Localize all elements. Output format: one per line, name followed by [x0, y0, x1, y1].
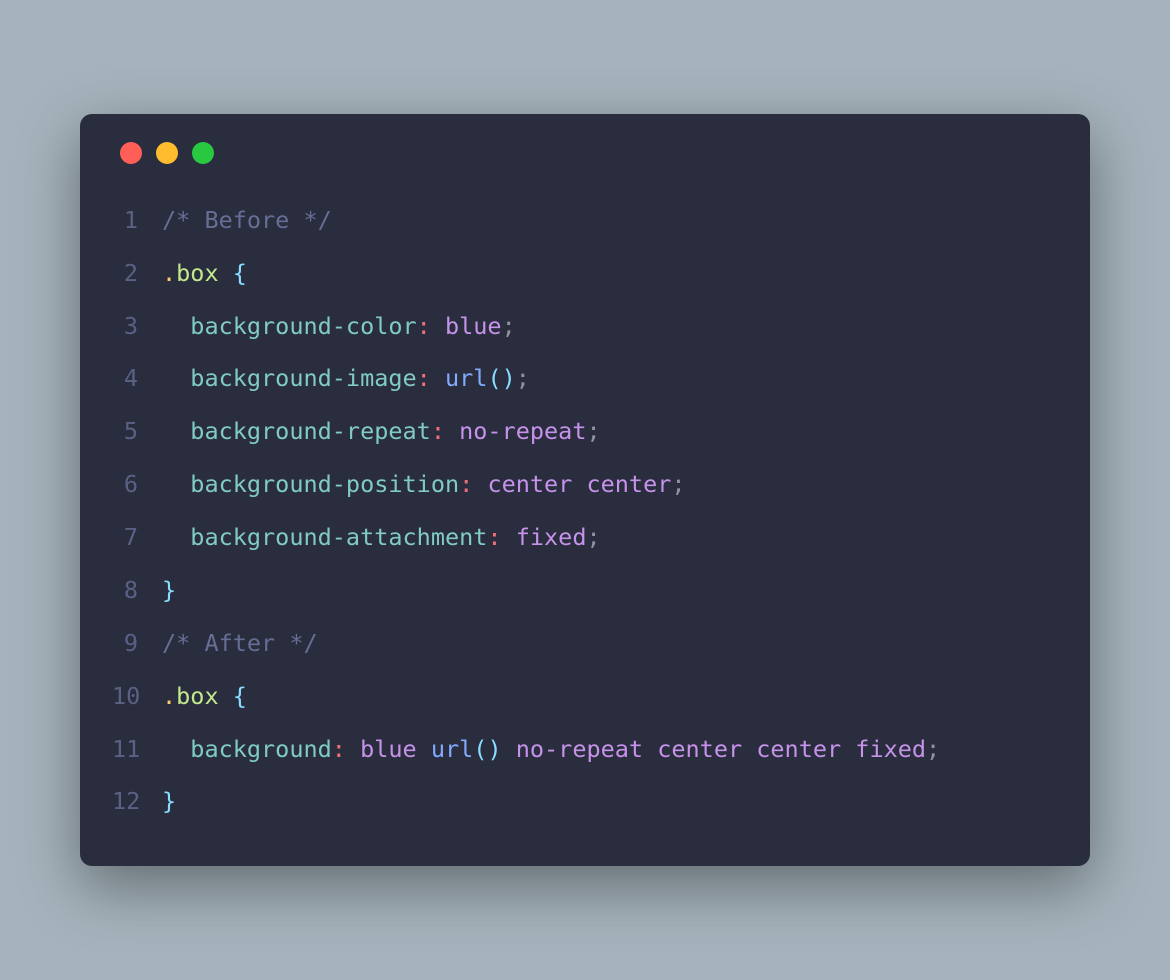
- maximize-icon[interactable]: [192, 142, 214, 164]
- line-number: 11: [112, 723, 162, 776]
- code-token: background-color: [190, 312, 416, 340]
- code-line[interactable]: 11 background: blue url() no-repeat cent…: [112, 723, 1058, 776]
- code-token: }: [162, 787, 176, 815]
- close-icon[interactable]: [120, 142, 142, 164]
- code-token: }: [162, 576, 176, 604]
- code-token: [162, 312, 190, 340]
- code-token: center center: [487, 470, 671, 498]
- code-token: :: [332, 735, 346, 763]
- line-number: 12: [112, 775, 162, 828]
- code-token: :: [417, 364, 431, 392]
- code-token: :: [417, 312, 431, 340]
- code-token: {: [233, 682, 247, 710]
- code-token: [162, 417, 190, 445]
- code-token: ;: [671, 470, 685, 498]
- code-token: (): [473, 735, 501, 763]
- code-token: [162, 470, 190, 498]
- line-number: 4: [112, 352, 162, 405]
- code-line[interactable]: 4 background-image: url();: [112, 352, 1058, 405]
- code-token: blue: [360, 735, 431, 763]
- code-token: ;: [516, 364, 530, 392]
- code-token: background-image: [190, 364, 416, 392]
- code-token: [219, 682, 233, 710]
- line-number: 6: [112, 458, 162, 511]
- code-token: ;: [586, 523, 600, 551]
- line-content[interactable]: background: blue url() no-repeat center …: [162, 723, 1058, 776]
- line-number: 5: [112, 405, 162, 458]
- code-token: {: [233, 259, 247, 287]
- code-line[interactable]: 6 background-position: center center;: [112, 458, 1058, 511]
- line-number: 8: [112, 564, 162, 617]
- line-number: 9: [112, 617, 162, 670]
- code-token: background-position: [190, 470, 459, 498]
- code-editor-window: 1/* Before */2.box {3 background-color: …: [80, 114, 1090, 867]
- code-token: blue: [445, 312, 502, 340]
- code-line[interactable]: 10.box {: [112, 670, 1058, 723]
- line-number: 10: [112, 670, 162, 723]
- code-token: no-repeat: [459, 417, 586, 445]
- line-content[interactable]: background-repeat: no-repeat;: [162, 405, 1058, 458]
- code-line[interactable]: 1/* Before */: [112, 194, 1058, 247]
- code-token: background: [190, 735, 331, 763]
- line-number: 1: [112, 194, 162, 247]
- line-content[interactable]: }: [162, 775, 1058, 828]
- code-token: ;: [502, 312, 516, 340]
- code-token: background-attachment: [190, 523, 487, 551]
- line-number: 7: [112, 511, 162, 564]
- code-token: [431, 312, 445, 340]
- code-token: [162, 735, 190, 763]
- line-content[interactable]: }: [162, 564, 1058, 617]
- code-line[interactable]: 12}: [112, 775, 1058, 828]
- window-titlebar: [120, 142, 1058, 164]
- code-token: [445, 417, 459, 445]
- code-token: [473, 470, 487, 498]
- code-token: url: [431, 735, 473, 763]
- code-token: :: [459, 470, 473, 498]
- code-token: [162, 364, 190, 392]
- code-token: ;: [926, 735, 940, 763]
- code-token: :: [487, 523, 501, 551]
- code-token: [346, 735, 360, 763]
- code-area[interactable]: 1/* Before */2.box {3 background-color: …: [112, 194, 1058, 829]
- code-token: background-repeat: [190, 417, 431, 445]
- code-token: [219, 259, 233, 287]
- line-content[interactable]: .box {: [162, 247, 1058, 300]
- code-line[interactable]: 5 background-repeat: no-repeat;: [112, 405, 1058, 458]
- line-content[interactable]: background-color: blue;: [162, 300, 1058, 353]
- code-token: box: [176, 682, 218, 710]
- code-token: /* Before */: [162, 206, 332, 234]
- line-number: 2: [112, 247, 162, 300]
- code-token: :: [431, 417, 445, 445]
- minimize-icon[interactable]: [156, 142, 178, 164]
- code-token: url: [445, 364, 487, 392]
- line-number: 3: [112, 300, 162, 353]
- line-content[interactable]: background-image: url();: [162, 352, 1058, 405]
- line-content[interactable]: .box {: [162, 670, 1058, 723]
- code-line[interactable]: 3 background-color: blue;: [112, 300, 1058, 353]
- line-content[interactable]: /* Before */: [162, 194, 1058, 247]
- code-line[interactable]: 7 background-attachment: fixed;: [112, 511, 1058, 564]
- code-token: [431, 364, 445, 392]
- code-token: .: [162, 259, 176, 287]
- line-content[interactable]: background-position: center center;: [162, 458, 1058, 511]
- code-line[interactable]: 8}: [112, 564, 1058, 617]
- code-token: [162, 523, 190, 551]
- code-token: /* After */: [162, 629, 318, 657]
- line-content[interactable]: /* After */: [162, 617, 1058, 670]
- line-content[interactable]: background-attachment: fixed;: [162, 511, 1058, 564]
- code-token: .: [162, 682, 176, 710]
- code-token: box: [176, 259, 218, 287]
- code-token: (): [487, 364, 515, 392]
- code-token: no-repeat center center fixed: [502, 735, 926, 763]
- code-token: ;: [586, 417, 600, 445]
- code-token: [502, 523, 516, 551]
- code-line[interactable]: 2.box {: [112, 247, 1058, 300]
- code-token: fixed: [516, 523, 587, 551]
- code-line[interactable]: 9/* After */: [112, 617, 1058, 670]
